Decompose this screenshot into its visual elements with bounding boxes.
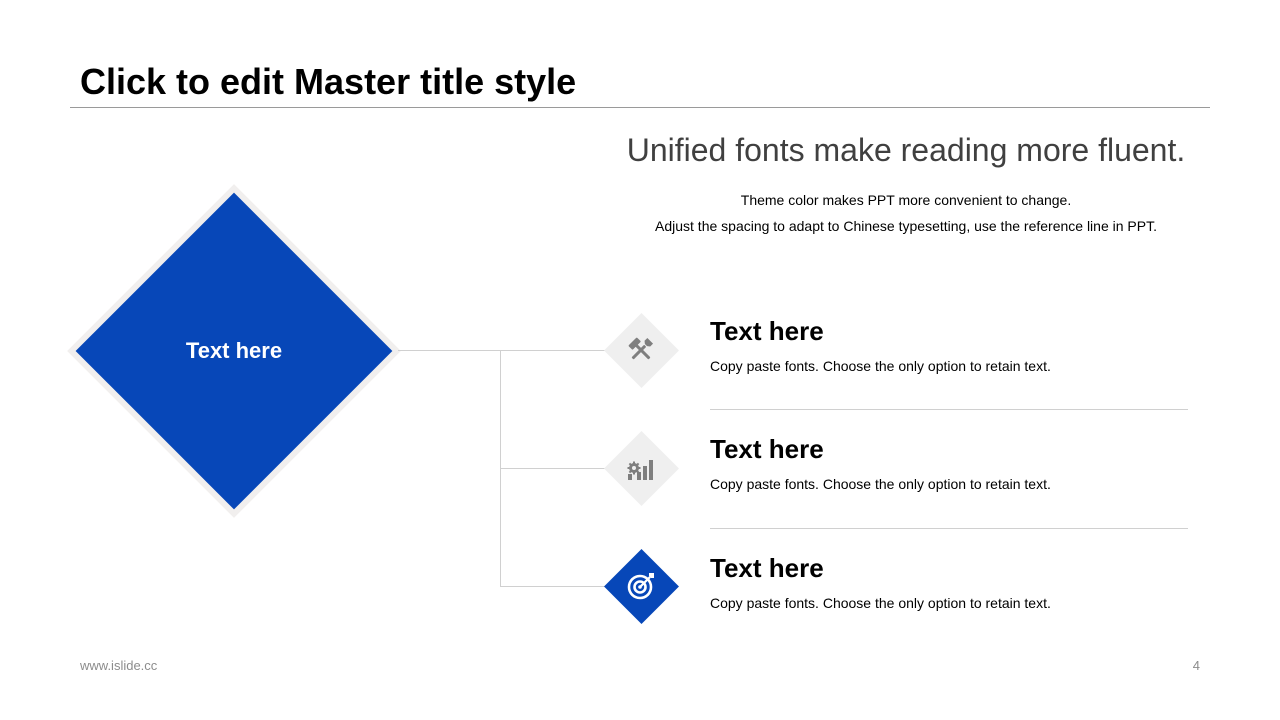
subtitle-line-2[interactable]: Adjust the spacing to adapt to Chinese t… (600, 217, 1212, 235)
item-1-title[interactable]: Text here (710, 316, 824, 346)
item-1-diamond[interactable] (603, 312, 679, 388)
item-3-title[interactable]: Text here (710, 553, 824, 583)
main-diamond-label[interactable]: Text here (66, 338, 402, 364)
target-icon (627, 573, 654, 600)
title-divider (70, 107, 1210, 108)
subtitle-line-1[interactable]: Theme color makes PPT more convenient to… (600, 191, 1212, 209)
footer-website: www.islide.cc (80, 658, 158, 673)
main-diamond[interactable]: Text here (66, 183, 402, 519)
item-2-description[interactable]: Copy paste fonts. Choose the only option… (710, 475, 1051, 493)
connector-main (398, 350, 606, 351)
item-3-description[interactable]: Copy paste fonts. Choose the only option… (710, 594, 1051, 612)
item-3-diamond[interactable] (603, 548, 679, 624)
item-1-description[interactable]: Copy paste fonts. Choose the only option… (710, 357, 1051, 375)
gear-chart-icon (627, 460, 653, 480)
item-2-title[interactable]: Text here (710, 434, 824, 464)
connector-item-2 (500, 468, 606, 469)
headline[interactable]: Unified fonts make reading more fluent. (600, 130, 1212, 170)
slide-title[interactable]: Click to edit Master title style (80, 60, 576, 104)
item-divider-2 (710, 528, 1188, 529)
page-number: 4 (1192, 658, 1200, 673)
connector-item-3 (500, 586, 606, 587)
tools-icon (628, 337, 654, 360)
item-2-diamond[interactable] (603, 430, 679, 506)
item-divider-1 (710, 409, 1188, 410)
